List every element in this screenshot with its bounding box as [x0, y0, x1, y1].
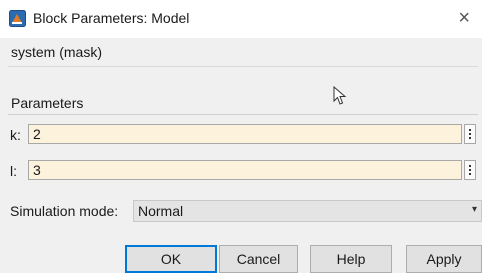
parameters-heading: Parameters — [11, 95, 84, 111]
simulation-mode-label: Simulation mode: — [10, 203, 119, 219]
simulink-app-icon — [9, 10, 26, 27]
simulation-mode-value: Normal — [138, 203, 184, 219]
vertical-ellipsis-icon[interactable] — [464, 160, 476, 180]
close-icon[interactable]: × — [458, 6, 470, 30]
window-title: Block Parameters: Model — [33, 10, 190, 26]
divider — [8, 114, 478, 115]
param-label-k: k: — [10, 127, 21, 143]
mouse-pointer-icon — [333, 86, 347, 105]
ok-button[interactable]: OK — [125, 245, 217, 273]
chevron-down-icon: ▾ — [471, 204, 477, 215]
simulation-mode-select[interactable]: Normal ▾ — [133, 200, 482, 222]
param-input-k[interactable] — [28, 124, 462, 144]
divider — [8, 66, 478, 67]
vertical-ellipsis-icon[interactable] — [464, 124, 476, 144]
mask-label: system (mask) — [11, 44, 102, 60]
param-label-l: l: — [10, 163, 17, 179]
help-button[interactable]: Help — [310, 245, 392, 273]
dialog-body — [0, 38, 482, 273]
title-bar: Block Parameters: Model × — [0, 0, 482, 38]
apply-button[interactable]: Apply — [406, 245, 482, 273]
param-input-l[interactable] — [28, 160, 462, 180]
cancel-button[interactable]: Cancel — [219, 245, 298, 273]
